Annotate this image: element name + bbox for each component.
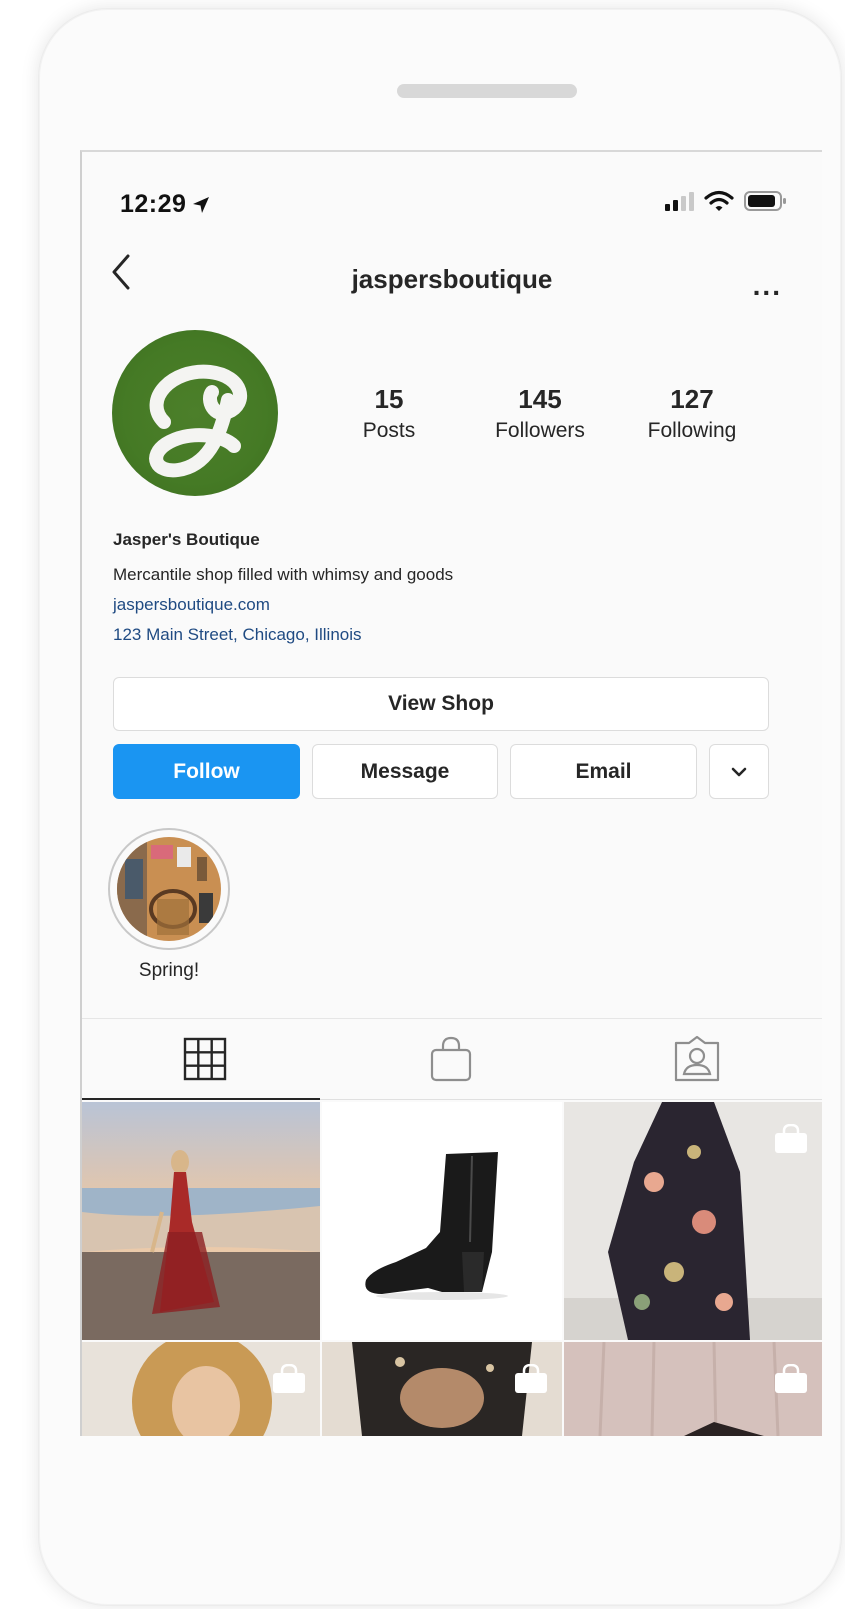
stat-posts[interactable]: 15 Posts — [344, 384, 434, 443]
post-blonde-model[interactable] — [82, 1342, 320, 1436]
profile-website-link[interactable]: jaspersboutique.com — [113, 595, 270, 615]
stat-following-label: Following — [647, 419, 737, 442]
post-beach-dress[interactable] — [82, 1102, 320, 1340]
follow-button[interactable]: Follow — [113, 744, 300, 799]
cellular-signal-icon — [665, 191, 694, 211]
post-floral-kimono[interactable] — [564, 1102, 822, 1340]
grid-icon — [183, 1037, 227, 1081]
stat-posts-count: 15 — [374, 384, 404, 414]
pegboard-image — [117, 837, 221, 941]
post-tulle-skirt[interactable] — [564, 1342, 822, 1436]
status-time-text: 12:29 — [120, 190, 187, 218]
tab-grid[interactable] — [82, 1019, 328, 1099]
jasper-logo-icon — [149, 364, 248, 478]
stat-followers[interactable]: 145 Followers — [480, 384, 600, 443]
battery-icon — [744, 191, 786, 211]
status-time: 12:29 — [120, 190, 210, 219]
shopping-bag-icon — [775, 1124, 807, 1153]
profile-address-link[interactable]: 123 Main Street, Chicago, Illinois — [113, 625, 362, 645]
profile-tabs — [82, 1018, 822, 1099]
highlight-label: Spring! — [138, 960, 200, 981]
shopping-bag-icon — [775, 1364, 807, 1393]
shopping-bag-icon — [430, 1036, 472, 1082]
tab-tagged[interactable] — [574, 1019, 820, 1099]
profile-bio: Mercantile shop filled with whimsy and g… — [113, 565, 454, 584]
more-options-icon[interactable]: ... — [753, 270, 782, 302]
shopping-bag-icon — [515, 1364, 547, 1393]
black-boot-image — [365, 1152, 508, 1300]
post-graphic-tee[interactable] — [322, 1342, 562, 1436]
stat-followers-label: Followers — [495, 419, 585, 442]
stat-following-count: 127 — [670, 384, 714, 414]
tagged-person-icon — [674, 1035, 720, 1082]
location-arrow-icon — [193, 197, 210, 214]
stat-posts-label: Posts — [362, 419, 416, 442]
story-highlight[interactable] — [108, 828, 230, 950]
beach-dress-image — [82, 1102, 320, 1340]
view-shop-button[interactable]: View Shop — [113, 677, 769, 731]
chevron-down-icon — [731, 767, 747, 776]
app-screen: 12:29 jaspersboutique ... 15 Posts 145 F… — [80, 150, 822, 1436]
stat-following[interactable]: 127 Following — [632, 384, 752, 443]
email-button[interactable]: Email — [510, 744, 697, 799]
status-indicators — [665, 190, 788, 212]
message-button[interactable]: Message — [312, 744, 498, 799]
highlight-thumbnail — [117, 837, 221, 941]
profile-display-name: Jasper's Boutique — [113, 530, 260, 549]
phone-speaker — [397, 84, 577, 98]
post-black-boot[interactable] — [322, 1102, 562, 1340]
stat-followers-count: 145 — [518, 384, 562, 414]
wifi-icon — [704, 190, 734, 211]
active-tab-indicator — [82, 1098, 320, 1100]
profile-username: jaspersboutique — [351, 264, 553, 294]
profile-avatar[interactable] — [112, 330, 278, 496]
suggestions-dropdown-button[interactable] — [709, 744, 769, 799]
shopping-bag-icon — [273, 1364, 305, 1393]
tab-shop[interactable] — [328, 1019, 574, 1099]
